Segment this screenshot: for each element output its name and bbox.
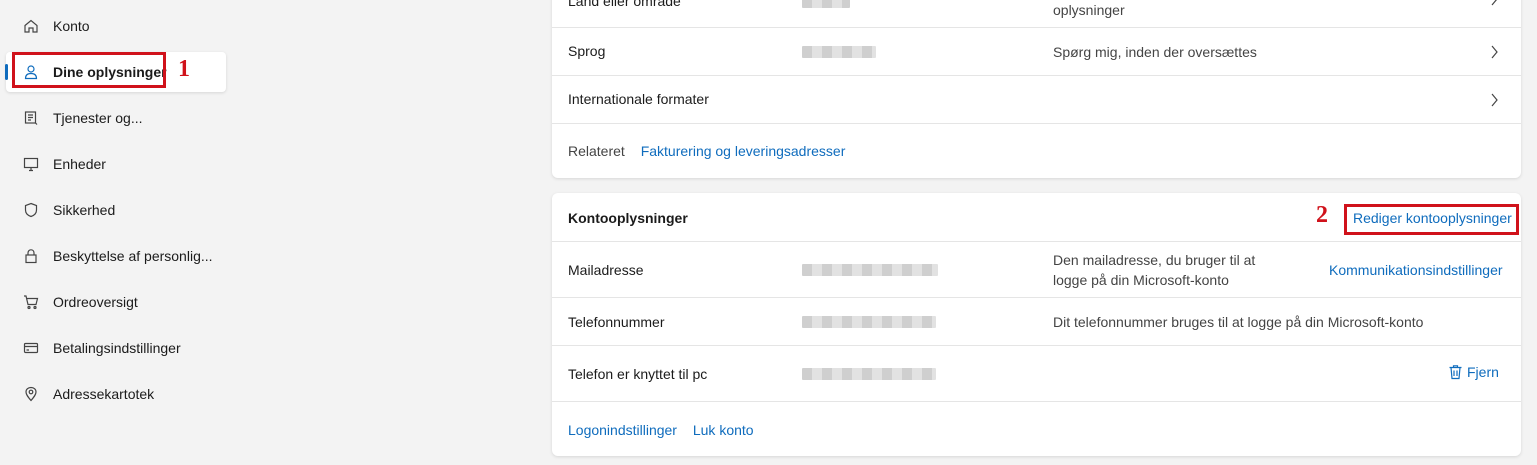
annotation-number-2: 2 [1316, 202, 1328, 228]
sidebar-item-label: Beskyttelse af personlig... [53, 248, 213, 264]
sidebar-item-label: Enheder [53, 156, 106, 172]
annotation-number-1: 1 [178, 56, 190, 82]
sign-in-settings-link[interactable]: Logonindstillinger [568, 422, 677, 438]
row-label: Land eller område [568, 0, 681, 9]
region-row[interactable]: Land eller område oplysninger [552, 0, 1521, 28]
sidebar-item-betalingsindstillinger[interactable]: Betalingsindstillinger [6, 328, 226, 368]
row-desc: oplysninger [1053, 2, 1125, 18]
chevron-right-icon [1489, 0, 1499, 11]
row-label: Telefonnummer [568, 314, 665, 330]
redacted-value [802, 46, 876, 58]
sidebar-item-adressekartotek[interactable]: Adressekartotek [6, 374, 226, 414]
sidebar-item-label: Tjenester og... [53, 110, 143, 126]
sidebar-item-label: Adressekartotek [53, 386, 155, 402]
remove-label: Fjern [1467, 364, 1499, 380]
redacted-value [802, 264, 938, 276]
card-title: Kontooplysninger [568, 210, 688, 226]
redacted-value [802, 0, 850, 8]
sidebar-item-ordreoversigt[interactable]: Ordreoversigt [6, 282, 226, 322]
row-desc: Dit telefonnummer bruges til at logge på… [1053, 314, 1424, 330]
row-label: Internationale formater [568, 91, 709, 107]
desc-line-2: logge på din Microsoft-konto [1053, 272, 1229, 288]
row-desc: Den mailadresse, du bruger til at logge … [1053, 250, 1255, 290]
email-row: Mailadresse Den mailadresse, du bruger t… [552, 242, 1521, 298]
sidebar-item-konto[interactable]: Konto [6, 6, 226, 46]
monitor-icon [22, 155, 40, 173]
billing-address-link[interactable]: Fakturering og leveringsadresser [641, 143, 846, 159]
sidebar-item-label: Konto [53, 18, 90, 34]
shield-icon [22, 201, 40, 219]
related-label: Relateret [568, 143, 625, 159]
remove-button[interactable]: Fjern [1448, 364, 1499, 380]
redacted-value [802, 316, 936, 328]
highlight-box-1 [12, 52, 166, 88]
close-account-link[interactable]: Luk konto [693, 422, 754, 438]
desc-line-1: Den mailadresse, du bruger til at [1053, 252, 1256, 268]
redacted-value [802, 368, 936, 380]
communication-settings-link[interactable]: Kommunikationsindstillinger [1329, 262, 1503, 278]
highlight-box-2 [1344, 204, 1519, 235]
sidebar-item-label: Betalingsindstillinger [53, 340, 181, 356]
chevron-right-icon [1489, 93, 1499, 112]
active-indicator [5, 64, 8, 80]
language-row[interactable]: Sprog Spørg mig, inden der oversættes [552, 28, 1521, 76]
home-icon [22, 17, 40, 35]
row-desc: Spørg mig, inden der oversættes [1053, 44, 1257, 60]
document-list-icon [22, 109, 40, 127]
account-card-footer: Logonindstillinger Luk konto [568, 422, 754, 438]
credit-card-icon [22, 339, 40, 357]
sidebar-item-tjenester[interactable]: Tjenester og... [6, 98, 226, 138]
sidebar-item-label: Ordreoversigt [53, 294, 138, 310]
sidebar-item-enheder[interactable]: Enheder [6, 144, 226, 184]
row-label: Sprog [568, 43, 606, 59]
location-pin-icon [22, 385, 40, 403]
row-label: Telefon er knyttet til pc [568, 366, 708, 382]
phone-row: Telefonnummer Dit telefonnummer bruges t… [552, 298, 1521, 346]
region-card: Land eller område oplysninger Sprog Spør… [552, 0, 1521, 178]
sidebar-item-label: Sikkerhed [53, 202, 116, 218]
related-section: Relateret Fakturering og leveringsadress… [568, 143, 845, 159]
international-formats-row[interactable]: Internationale formater [552, 76, 1521, 124]
sidebar-item-sikkerhed[interactable]: Sikkerhed [6, 190, 226, 230]
cart-icon [22, 293, 40, 311]
phone-linked-pc-row: Telefon er knyttet til pc Fjern [552, 346, 1521, 402]
chevron-right-icon [1489, 45, 1499, 64]
lock-icon [22, 247, 40, 265]
row-label: Mailadresse [568, 262, 644, 278]
trash-icon [1448, 364, 1463, 380]
sidebar-item-beskyttelse[interactable]: Beskyttelse af personlig... [6, 236, 226, 276]
